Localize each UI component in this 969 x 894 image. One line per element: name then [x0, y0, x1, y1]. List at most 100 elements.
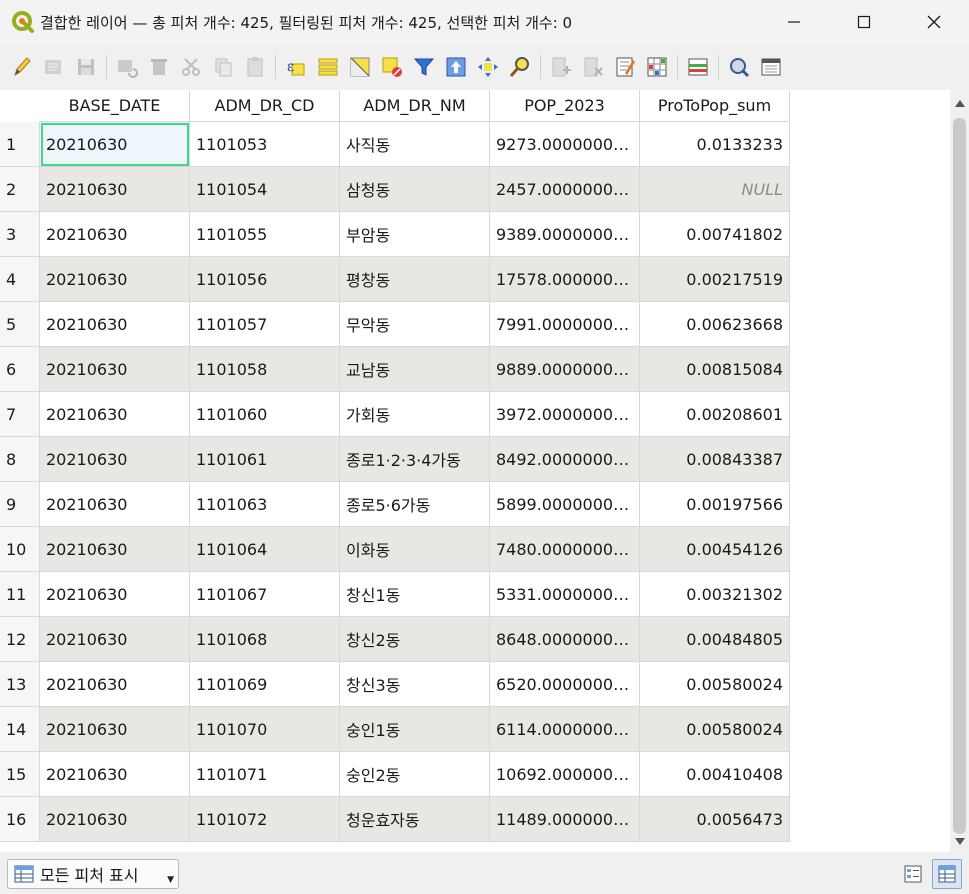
cell-adm-dr-nm[interactable]: 사직동 [340, 122, 490, 167]
row-number-header[interactable]: 1 [0, 122, 40, 167]
row-number-header[interactable]: 12 [0, 617, 40, 662]
cell-protopop-sum[interactable]: 0.00217519 [640, 257, 790, 302]
maximize-button[interactable] [829, 0, 899, 44]
cell-adm-dr-nm[interactable]: 창신2동 [340, 617, 490, 662]
cell-adm-dr-cd[interactable]: 1101063 [190, 482, 340, 527]
cell-adm-dr-cd[interactable]: 1101053 [190, 122, 340, 167]
row-number-header[interactable]: 4 [0, 257, 40, 302]
cell-adm-dr-cd[interactable]: 1101071 [190, 752, 340, 797]
cell-protopop-sum[interactable]: 0.0133233 [640, 122, 790, 167]
cell-adm-dr-nm[interactable]: 무악동 [340, 302, 490, 347]
cell-base-date[interactable]: 20210630 [40, 482, 190, 527]
cell-protopop-sum[interactable]: 0.00741802 [640, 212, 790, 257]
cell-pop-2023[interactable]: 9273.0000000000000 [490, 122, 640, 167]
save-edits-button[interactable] [72, 52, 99, 82]
table-row[interactable]: 10202106301101064이화동7480.00000000000000.… [0, 527, 790, 572]
table-row[interactable]: 11202106301101067창신1동5331.00000000000000… [0, 572, 790, 617]
cell-base-date[interactable]: 20210630 [40, 752, 190, 797]
cell-adm-dr-cd[interactable]: 1101061 [190, 437, 340, 482]
cell-adm-dr-nm[interactable]: 청운효자동 [340, 797, 490, 842]
cell-adm-dr-cd[interactable]: 1101055 [190, 212, 340, 257]
cell-adm-dr-nm[interactable]: 창신3동 [340, 662, 490, 707]
row-number-header[interactable]: 5 [0, 302, 40, 347]
cell-protopop-sum[interactable]: 0.00454126 [640, 527, 790, 572]
row-number-header[interactable]: 7 [0, 392, 40, 437]
table-row[interactable]: 12202106301101068창신2동8648.00000000000000… [0, 617, 790, 662]
cell-pop-2023[interactable]: 6520.0000000000000 [490, 662, 640, 707]
cell-protopop-sum[interactable]: 0.00208601 [640, 392, 790, 437]
row-number-header[interactable]: 14 [0, 707, 40, 752]
cell-adm-dr-cd[interactable]: 1101060 [190, 392, 340, 437]
pan-to-selection-button[interactable] [474, 52, 501, 82]
filter-button[interactable] [410, 52, 437, 82]
cell-adm-dr-cd[interactable]: 1101058 [190, 347, 340, 392]
header-corner[interactable] [0, 90, 40, 122]
cell-pop-2023[interactable]: 7480.0000000000000 [490, 527, 640, 572]
cell-base-date[interactable]: 20210630 [40, 257, 190, 302]
cell-adm-dr-nm[interactable]: 부암동 [340, 212, 490, 257]
row-number-header[interactable]: 8 [0, 437, 40, 482]
cell-protopop-sum[interactable]: 0.00197566 [640, 482, 790, 527]
new-field-button[interactable] [547, 52, 574, 82]
cell-base-date[interactable]: 20210630 [40, 392, 190, 437]
close-button[interactable] [899, 0, 969, 44]
cell-base-date[interactable]: 20210630 [40, 122, 190, 167]
actions-button[interactable] [725, 52, 752, 82]
cell-adm-dr-nm[interactable]: 창신1동 [340, 572, 490, 617]
cell-protopop-sum[interactable]: 0.00580024 [640, 662, 790, 707]
cell-adm-dr-nm[interactable]: 가회동 [340, 392, 490, 437]
cell-base-date[interactable]: 20210630 [40, 707, 190, 752]
row-number-header[interactable]: 15 [0, 752, 40, 797]
select-all-button[interactable] [314, 52, 341, 82]
cell-adm-dr-nm[interactable]: 평창동 [340, 257, 490, 302]
cell-adm-dr-cd[interactable]: 1101069 [190, 662, 340, 707]
row-number-header[interactable]: 13 [0, 662, 40, 707]
cell-adm-dr-cd[interactable]: 1101072 [190, 797, 340, 842]
row-number-header[interactable]: 9 [0, 482, 40, 527]
table-row[interactable]: 4202106301101056평창동17578.0000000000000.0… [0, 257, 790, 302]
cell-pop-2023[interactable]: 8648.0000000000000 [490, 617, 640, 662]
cell-base-date[interactable]: 20210630 [40, 302, 190, 347]
row-number-header[interactable]: 3 [0, 212, 40, 257]
cell-protopop-sum[interactable]: 0.00815084 [640, 347, 790, 392]
cell-protopop-sum[interactable]: 0.00843387 [640, 437, 790, 482]
cell-base-date[interactable]: 20210630 [40, 797, 190, 842]
cell-adm-dr-cd[interactable]: 1101056 [190, 257, 340, 302]
cell-pop-2023[interactable]: 5331.0000000000000 [490, 572, 640, 617]
cell-adm-dr-cd[interactable]: 1101067 [190, 572, 340, 617]
row-number-header[interactable]: 2 [0, 167, 40, 212]
paste-button[interactable] [241, 52, 268, 82]
zoom-to-selection-button[interactable] [506, 52, 533, 82]
reload-button[interactable] [113, 52, 140, 82]
row-number-header[interactable]: 16 [0, 797, 40, 842]
form-view-button[interactable] [898, 859, 928, 889]
cell-adm-dr-cd[interactable]: 1101057 [190, 302, 340, 347]
cell-adm-dr-cd[interactable]: 1101070 [190, 707, 340, 752]
table-row[interactable]: 1202106301101053사직동9273.00000000000000.0… [0, 122, 790, 167]
cell-protopop-sum[interactable]: 0.0056473 [640, 797, 790, 842]
cell-adm-dr-nm[interactable]: 삼청동 [340, 167, 490, 212]
table-view-button[interactable] [932, 859, 962, 889]
cell-pop-2023[interactable]: 7991.0000000000000 [490, 302, 640, 347]
cell-pop-2023[interactable]: 8492.0000000000000 [490, 437, 640, 482]
cell-base-date[interactable]: 20210630 [40, 617, 190, 662]
delete-feature-button[interactable] [145, 52, 172, 82]
move-selection-top-button[interactable] [442, 52, 469, 82]
cell-adm-dr-nm[interactable]: 이화동 [340, 527, 490, 572]
delete-field-button[interactable] [579, 52, 606, 82]
cell-pop-2023[interactable]: 3972.0000000000000 [490, 392, 640, 437]
row-number-header[interactable]: 10 [0, 527, 40, 572]
cell-base-date[interactable]: 20210630 [40, 167, 190, 212]
cell-base-date[interactable]: 20210630 [40, 527, 190, 572]
select-by-expression-button[interactable]: ε [282, 52, 309, 82]
cell-protopop-sum[interactable]: 0.00410408 [640, 752, 790, 797]
column-header-adm-dr-cd[interactable]: ADM_DR_CD [190, 90, 340, 122]
table-row[interactable]: 5202106301101057무악동7991.00000000000000.0… [0, 302, 790, 347]
table-row[interactable]: 2202106301101054삼청동2457.0000000000000NUL… [0, 167, 790, 212]
cell-pop-2023[interactable]: 2457.0000000000000 [490, 167, 640, 212]
cell-adm-dr-cd[interactable]: 1101054 [190, 167, 340, 212]
toggle-editing-button[interactable] [8, 52, 35, 82]
cell-protopop-sum[interactable]: NULL [640, 167, 790, 212]
table-row[interactable]: 16202106301101072청운효자동11489.000000000000… [0, 797, 790, 842]
cell-adm-dr-cd[interactable]: 1101064 [190, 527, 340, 572]
